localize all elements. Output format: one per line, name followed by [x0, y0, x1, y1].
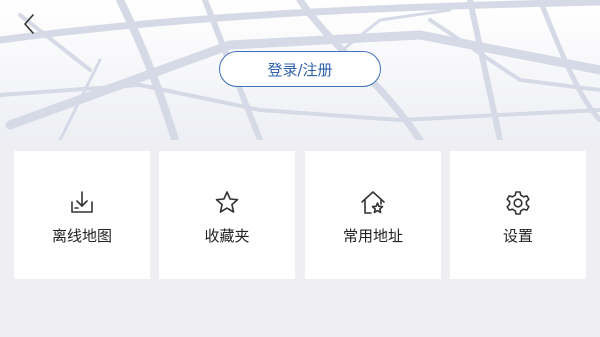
card-label: 设置 [502, 227, 533, 245]
home-star-icon [361, 191, 385, 214]
card-label: 离线地图 [51, 227, 112, 245]
card-frequent-addresses[interactable]: 常用地址 [305, 151, 441, 279]
back-button[interactable] [16, 10, 44, 38]
card-favorites[interactable]: 收藏夹 [159, 151, 295, 279]
gear-icon [506, 191, 530, 215]
star-icon [215, 191, 239, 213]
chevron-left-icon [24, 14, 34, 34]
card-label: 常用地址 [342, 227, 403, 245]
card-offline-maps[interactable]: 离线地图 [14, 151, 150, 279]
card-settings[interactable]: 设置 [450, 151, 586, 279]
card-label: 收藏夹 [204, 227, 250, 245]
login-register-button[interactable]: 登录/注册 [219, 51, 381, 87]
download-tray-icon [71, 191, 93, 213]
